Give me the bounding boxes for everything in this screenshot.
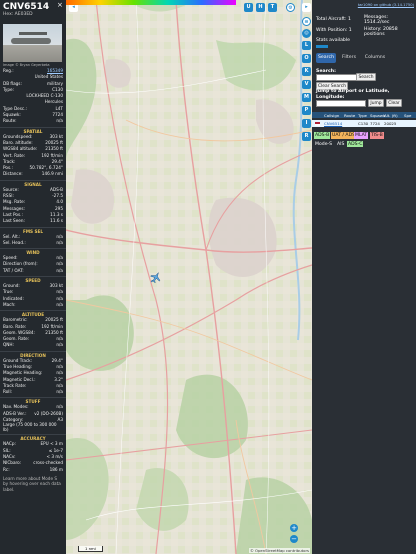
cell-type: C130 <box>358 121 369 126</box>
section-key: Distance: <box>3 171 23 177</box>
hex-code: Hex: AE03ED <box>3 12 33 17</box>
map-attribution[interactable]: © OpenStreetMap contributors <box>249 548 310 553</box>
flag-icon <box>315 122 320 126</box>
aircraft-header: CNV6514 Hex: AE03ED × <box>0 0 66 20</box>
stats-link[interactable]: Stats available <box>316 38 350 44</box>
section-key: Sel. Head.: <box>3 239 26 245</box>
section-key: QNH: <box>3 342 14 348</box>
aircraft-photo[interactable] <box>3 24 62 62</box>
category-description: Large (75 000 to 300 000 lb) <box>3 422 57 432</box>
jump-button[interactable]: Jump <box>368 99 384 107</box>
section-title-stuff: STUFF <box>0 397 66 404</box>
map-toggle-h[interactable]: H <box>256 3 265 12</box>
total-aircraft: Total Aircraft: 1 <box>316 17 351 22</box>
section-row: Rc: 186 m <box>0 467 66 473</box>
map-toggle-p[interactable]: P <box>302 106 311 115</box>
detail-key: Type: <box>3 86 15 92</box>
legend-ads-b: ADS-B <box>314 132 331 139</box>
section-key: Last Seen: <box>3 218 25 224</box>
aircraft-list-panel: tar1090 on github (3.14.1750) Total Airc… <box>312 0 416 554</box>
section-row: Mach: n/a <box>0 302 66 308</box>
detail-row: Route: n/a <box>0 118 66 124</box>
section-title-speed: SPEED <box>0 276 66 283</box>
map-toggle-r[interactable]: R <box>302 132 311 141</box>
map-toggle-m[interactable]: M <box>302 93 311 102</box>
map-toggle-v[interactable]: V <box>302 80 311 89</box>
section-key: Mach: <box>3 301 16 307</box>
section-row: TAT / OAT: n/a <box>0 268 66 274</box>
section-title-signal: SIGNAL <box>0 179 66 187</box>
detail-key: Route: <box>3 118 17 124</box>
section-row: Roll: n/a <box>0 389 66 395</box>
section-value: A3 <box>57 417 63 423</box>
locate-icon[interactable]: ◎ <box>302 29 311 38</box>
layers-icon[interactable]: ≡ <box>302 17 311 26</box>
version-link[interactable]: tar1090 on github (3.14.1750) <box>358 3 414 7</box>
section-value: 186 m <box>49 466 63 472</box>
tab-columns[interactable]: Columns <box>362 53 388 63</box>
section-row: Last Seen: 11.6 s <box>0 218 66 224</box>
callsign: CNV6514 <box>3 2 50 12</box>
jump-input[interactable] <box>316 100 366 107</box>
section-value: n/a <box>56 342 63 348</box>
aircraft-info-sidebar: CNV6514 Hex: AE03ED × Image © Bryan Geye… <box>0 0 66 554</box>
section-value: n/a <box>56 239 63 245</box>
column-header[interactable]: Type <box>358 113 367 118</box>
detail-key: Reg.: <box>3 68 14 73</box>
aircraft-details: Reg.: 165349 United States DB flags: militar… <box>0 68 66 125</box>
zoom-out-button[interactable]: − <box>290 535 298 543</box>
map-toggle-u[interactable]: U <box>244 3 253 12</box>
section-key: TAT / OAT: <box>3 267 24 273</box>
column-header[interactable]: Spe <box>404 113 411 118</box>
section-value: n/a <box>56 301 63 307</box>
section-row: Distance: 146.9 nmi <box>0 171 66 177</box>
altitude-color-legend <box>66 0 236 5</box>
section-row: QNH: n/a <box>0 342 66 348</box>
map[interactable]: ◂ U H T ⚙ ▸ ≡ ◎ L O K V M P I R + − 1 nmi © OpenStree… <box>66 0 312 554</box>
map-toggle-k[interactable]: K <box>302 67 311 76</box>
section-title-wind: WIND <box>0 248 66 255</box>
map-toggle-i[interactable]: I <box>302 119 311 128</box>
map-toggle-t[interactable]: T <box>268 3 277 12</box>
map-scale: 1 nmi <box>78 546 103 552</box>
messages-value: 1514.2/sec <box>364 20 390 25</box>
tab-filters[interactable]: Filters <box>338 53 360 63</box>
cell-squawk: 7724 <box>370 121 380 126</box>
close-icon[interactable]: × <box>57 2 63 9</box>
zoom-in-button[interactable]: + <box>290 524 298 532</box>
section-title-fms: FMS SEL <box>0 226 66 234</box>
section-title-accuracy: ACCURACY <box>0 434 66 441</box>
cell-alt: 20025 <box>384 121 397 126</box>
legend-mlat: MLAT <box>354 132 369 139</box>
column-header[interactable]: Squawk <box>370 113 385 118</box>
column-header[interactable]: Callsign <box>324 113 339 118</box>
cell-callsign[interactable]: CNV6514 <box>324 121 342 126</box>
column-header[interactable]: Alt. (ft) <box>384 113 398 118</box>
jump-clear-button[interactable]: Clear <box>386 99 402 107</box>
map-canvas[interactable] <box>66 0 312 554</box>
section-title-altitude: ALTITUDE <box>0 310 66 317</box>
section-value: n/a <box>56 389 63 395</box>
with-position: With Position: 1 <box>316 28 352 33</box>
settings-icon[interactable]: ⚙ <box>286 3 295 12</box>
map-toggle-l[interactable]: L <box>302 41 311 50</box>
section-value: 11.6 s <box>50 218 63 224</box>
footer-note: Learn more about Mode S by hovering over… <box>3 475 61 492</box>
search-button[interactable]: Search <box>356 73 376 81</box>
section-title-direction: DIRECTION <box>0 350 66 358</box>
history-value: positions <box>364 32 385 37</box>
tab-search[interactable]: Search <box>316 53 336 63</box>
right-arrow-button[interactable]: ▸ <box>302 3 311 12</box>
section-title-spatial: SPATIAL <box>0 126 66 134</box>
section-key: Roll: <box>3 389 13 395</box>
section-row: Sel. Head.: n/a <box>0 240 66 246</box>
section-value: n/a <box>56 267 63 273</box>
legend-tis-b: TIS-B <box>370 132 384 139</box>
section-value: 146.9 nmi <box>41 171 63 177</box>
aircraft-sections: SPATIAL Groundspeed: 303 kt Baro. altitude:… <box>0 126 66 492</box>
map-toggle-o[interactable]: O <box>302 54 311 63</box>
column-header[interactable]: Route <box>344 113 355 118</box>
detail-value: n/a <box>56 118 63 124</box>
section-key: Rc: <box>3 466 10 472</box>
